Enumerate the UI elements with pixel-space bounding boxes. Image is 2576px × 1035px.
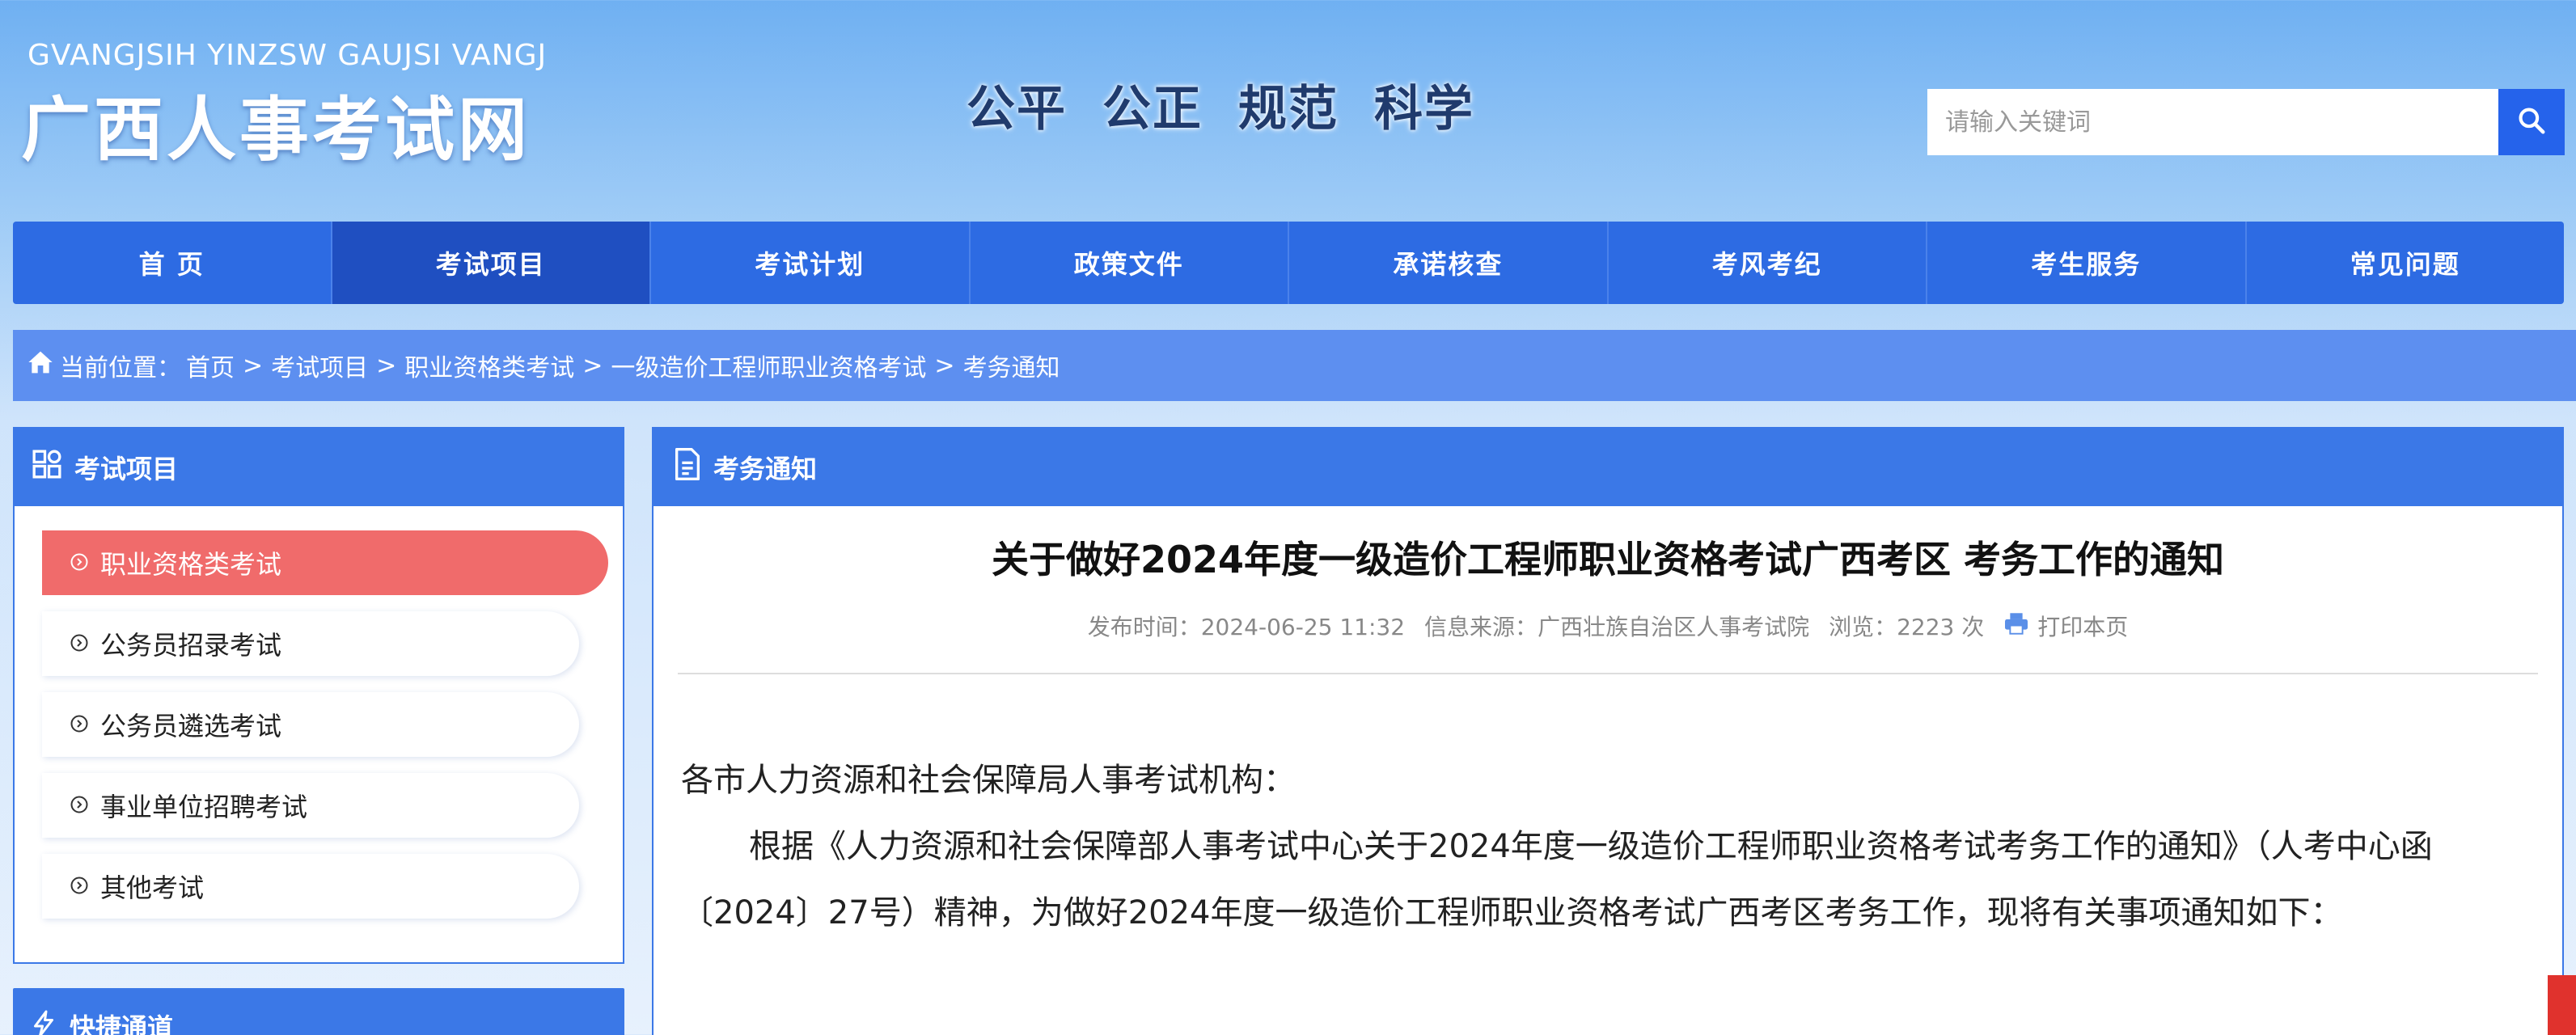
lightning-icon xyxy=(29,1009,58,1035)
sidebar-item-public-institution[interactable]: 事业单位招聘考试 xyxy=(42,773,579,838)
nav-item-candidate-services[interactable]: 考生服务 xyxy=(1927,222,2247,304)
nav-item-exam-discipline[interactable]: 考风考纪 xyxy=(1609,222,1927,304)
breadcrumb-link[interactable]: 职业资格类考试 xyxy=(404,348,574,383)
print-button[interactable]: 打印本页 xyxy=(2003,610,2128,642)
article-panel: 考务通知 关于做好2024年度一级造价工程师职业资格考试广西考区 考务工作的通知… xyxy=(652,427,2564,1035)
breadcrumb-separator: > xyxy=(582,351,603,380)
sidebar-exam-projects: 考试项目 职业资格类考试 公务员招录考试 公务员遴选考试 事业单位招聘考试 其他… xyxy=(13,427,624,964)
sidebar-title: 考试项目 xyxy=(74,454,179,484)
sidebar-item-label: 公务员遴选考试 xyxy=(100,711,282,741)
slogan-word: 规范 xyxy=(1238,81,1339,137)
quick-access-header: 快捷通道 xyxy=(13,988,624,1035)
article-section-title: 考务通知 xyxy=(713,454,818,484)
nav-item-commitment-check[interactable]: 承诺核查 xyxy=(1289,222,1609,304)
sidebar-item-civil-servant-recruitment[interactable]: 公务员招录考试 xyxy=(42,611,579,676)
nav-item-policy-documents[interactable]: 政策文件 xyxy=(971,222,1289,304)
sidebar-item-label: 事业单位招聘考试 xyxy=(100,792,308,822)
nav-item-exam-projects[interactable]: 考试项目 xyxy=(332,222,651,304)
breadcrumb-link[interactable]: 首页 xyxy=(186,348,235,383)
sidebar-item-label: 职业资格类考试 xyxy=(100,549,282,580)
publish-time: 发布时间：2024-06-25 11:32 xyxy=(1087,614,1406,640)
printer-icon xyxy=(2003,612,2029,640)
sidebar-header: 考试项目 xyxy=(15,429,623,506)
search-button[interactable] xyxy=(2498,89,2565,155)
breadcrumb-separator: > xyxy=(934,351,955,380)
breadcrumb-link[interactable]: 考试项目 xyxy=(271,348,368,383)
circle-chevron-icon xyxy=(70,790,89,821)
breadcrumb-label: 当前位置： xyxy=(60,354,181,382)
site-slogan: 公平 公正 规范 科学 xyxy=(967,70,1474,140)
breadcrumb-separator: > xyxy=(243,351,264,380)
slogan-word: 科学 xyxy=(1374,81,1474,137)
sidebar-item-professional-qualification[interactable]: 职业资格类考试 xyxy=(42,530,608,595)
slogan-word: 公平 xyxy=(967,81,1067,137)
view-count: 浏览：2223 次 xyxy=(1829,614,1985,640)
sidebar-quick-access: 快捷通道 xyxy=(13,988,624,1035)
search-input[interactable] xyxy=(1927,89,2498,155)
main-nav: 首 页 考试项目 考试计划 政策文件 承诺核查 考风考纪 考生服务 常见问题 xyxy=(13,222,2564,304)
print-label: 打印本页 xyxy=(2037,614,2129,640)
circle-chevron-icon xyxy=(70,547,89,578)
breadcrumb-current[interactable]: 考务通知 xyxy=(963,348,1060,383)
side-float-tab[interactable] xyxy=(2548,975,2576,1035)
sidebar-list: 职业资格类考试 公务员招录考试 公务员遴选考试 事业单位招聘考试 其他考试 xyxy=(15,506,623,919)
breadcrumb-separator: > xyxy=(376,351,397,380)
article-meta: 发布时间：2024-06-25 11:32 信息来源：广西壮族自治区人事考试院 … xyxy=(654,610,2562,642)
site-header: GVANGJSIH YINZSW GAUJSI VANGJ 广西人事考试网 公平… xyxy=(0,0,2576,210)
article-panel-header: 考务通知 xyxy=(654,429,2562,506)
article-salutation: 各市人力资源和社会保障局人事考试机构： xyxy=(681,762,1296,799)
circle-chevron-icon xyxy=(70,871,89,902)
article-body: 各市人力资源和社会保障局人事考试机构： 根据《人力资源和社会保障部人事考试中心关… xyxy=(654,747,2562,946)
nav-item-faq[interactable]: 常见问题 xyxy=(2247,222,2565,304)
quick-access-title: 快捷通道 xyxy=(70,1012,174,1035)
breadcrumb: 当前位置： 首页 > 考试项目 > 职业资格类考试 > 一级造价工程师职业资格考… xyxy=(13,330,2576,401)
document-icon xyxy=(673,448,702,487)
sidebar-item-label: 公务员招录考试 xyxy=(100,630,282,661)
nav-item-exam-plan[interactable]: 考试计划 xyxy=(651,222,971,304)
circle-chevron-icon xyxy=(70,709,89,740)
grid-icon xyxy=(31,448,63,487)
home-icon xyxy=(27,350,53,381)
logo-english-text: GVANGJSIH YINZSW GAUJSI VANGJ xyxy=(27,39,548,72)
nav-item-home[interactable]: 首 页 xyxy=(13,222,332,304)
circle-chevron-icon xyxy=(70,628,89,659)
sidebar-item-label: 其他考试 xyxy=(100,872,205,903)
article-paragraph: 根据《人力资源和社会保障部人事考试中心关于2024年度一级造价工程师职业资格考试… xyxy=(681,828,2433,932)
title-divider xyxy=(678,673,2538,674)
site-logo[interactable]: 广西人事考试网 xyxy=(21,73,531,174)
slogan-word: 公正 xyxy=(1102,81,1203,137)
search-icon xyxy=(2516,105,2547,139)
sidebar-item-civil-servant-selection[interactable]: 公务员遴选考试 xyxy=(42,692,579,757)
article-source: 信息来源：广西壮族自治区人事考试院 xyxy=(1424,614,1810,640)
sidebar-item-other-exams[interactable]: 其他考试 xyxy=(42,854,579,919)
breadcrumb-link[interactable]: 一级造价工程师职业资格考试 xyxy=(611,348,926,383)
article-title: 关于做好2024年度一级造价工程师职业资格考试广西考区 考务工作的通知 xyxy=(991,538,2225,581)
